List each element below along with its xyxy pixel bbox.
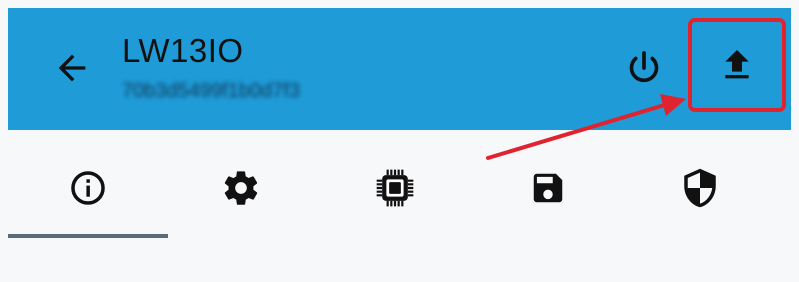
app-bar: LW13IO 70b3d5499f1b0d7f3 [8, 8, 791, 130]
back-button[interactable] [50, 46, 94, 90]
chip-icon [376, 169, 414, 207]
tab-security[interactable] [620, 130, 780, 240]
tab-selected-indicator [8, 234, 168, 238]
tab-save[interactable] [468, 130, 628, 240]
tab-bar [8, 130, 791, 240]
arrow-left-icon [58, 54, 86, 82]
power-icon [629, 51, 659, 83]
device-name: LW13IO [122, 32, 244, 69]
shield-icon [684, 168, 716, 208]
device-id: 70b3d5499f1b0d7f3 [122, 78, 394, 104]
upload-button[interactable] [688, 18, 786, 112]
tab-hardware[interactable] [315, 130, 475, 240]
tab-info[interactable] [8, 130, 168, 240]
floppy-disk-icon [533, 173, 563, 203]
info-circle-icon [71, 171, 105, 205]
gear-icon [224, 171, 258, 205]
title-block: LW13IO 70b3d5499f1b0d7f3 [122, 32, 394, 104]
tab-settings[interactable] [161, 130, 321, 240]
power-button[interactable] [620, 44, 668, 92]
screenshot-frame: LW13IO 70b3d5499f1b0d7f3 [0, 0, 799, 282]
upload-icon [725, 50, 749, 79]
device-id-text: 70b3d5499f1b0d7f3 [122, 80, 300, 102]
